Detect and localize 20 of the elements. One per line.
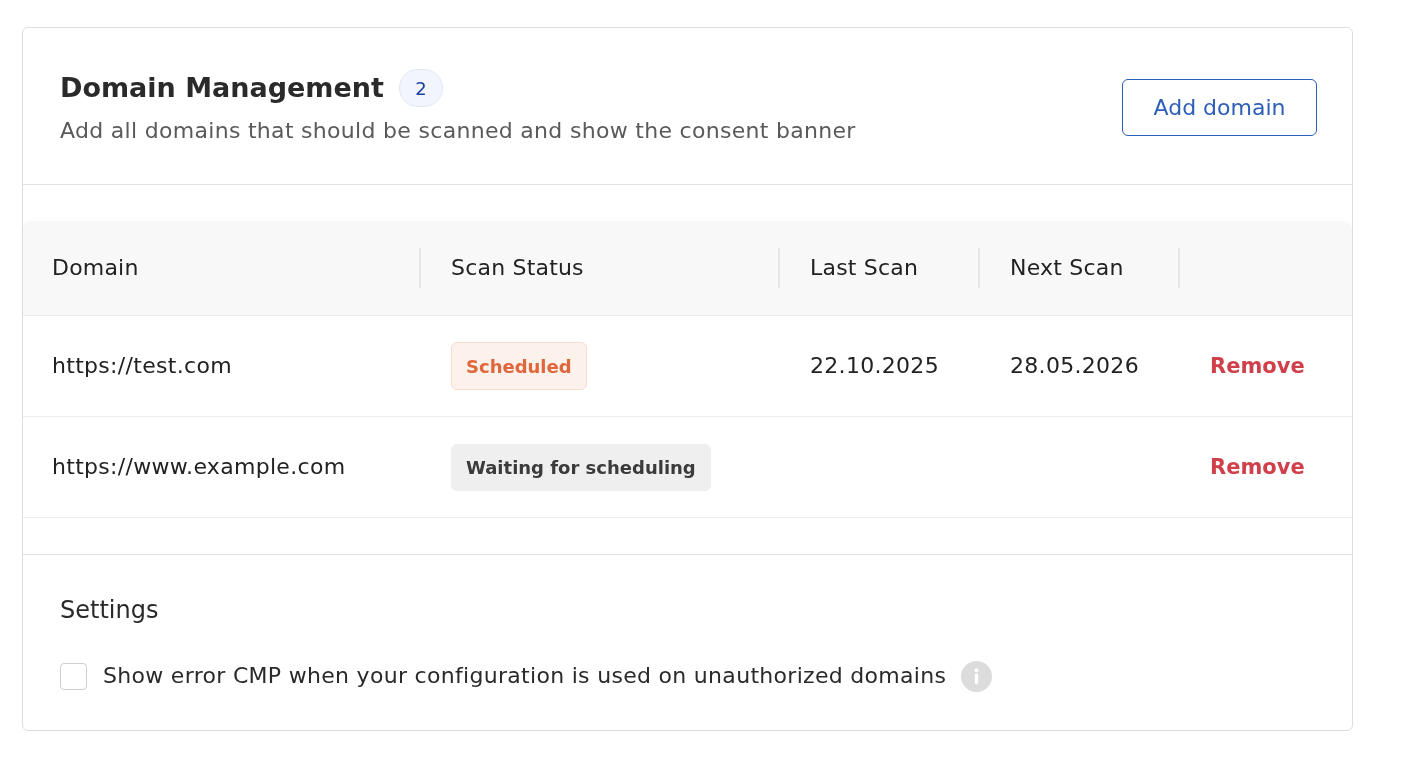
table-cell: 22.10.2025 xyxy=(810,352,939,380)
info-icon[interactable] xyxy=(961,660,993,692)
column-header: Last Scan xyxy=(810,254,919,282)
settings-heading: Settings xyxy=(60,595,159,625)
column-header: Scan Status xyxy=(451,254,584,282)
count-badge: 2 xyxy=(398,69,443,107)
table-cell: https://test.com xyxy=(52,352,232,380)
section-title: Domain Management xyxy=(60,71,384,105)
column-header: Domain xyxy=(52,254,139,282)
remove-button[interactable]: Remove xyxy=(1210,453,1305,481)
status-badge: Waiting for scheduling xyxy=(451,443,711,491)
column-header: Next Scan xyxy=(1010,254,1124,282)
section-description: Add all domains that should be scanned and show the consent banner xyxy=(60,117,856,145)
add-domain-button[interactable]: Add domain xyxy=(1122,78,1317,136)
table-cell: https://www.example.com xyxy=(52,453,346,481)
checkbox-label: Show error CMP when your configuration is used on unauthorized domains xyxy=(103,662,947,690)
table-cell: 28.05.2026 xyxy=(1010,352,1139,380)
remove-button[interactable]: Remove xyxy=(1210,352,1305,380)
checkbox[interactable] xyxy=(60,662,87,690)
status-badge: Scheduled xyxy=(451,342,587,390)
